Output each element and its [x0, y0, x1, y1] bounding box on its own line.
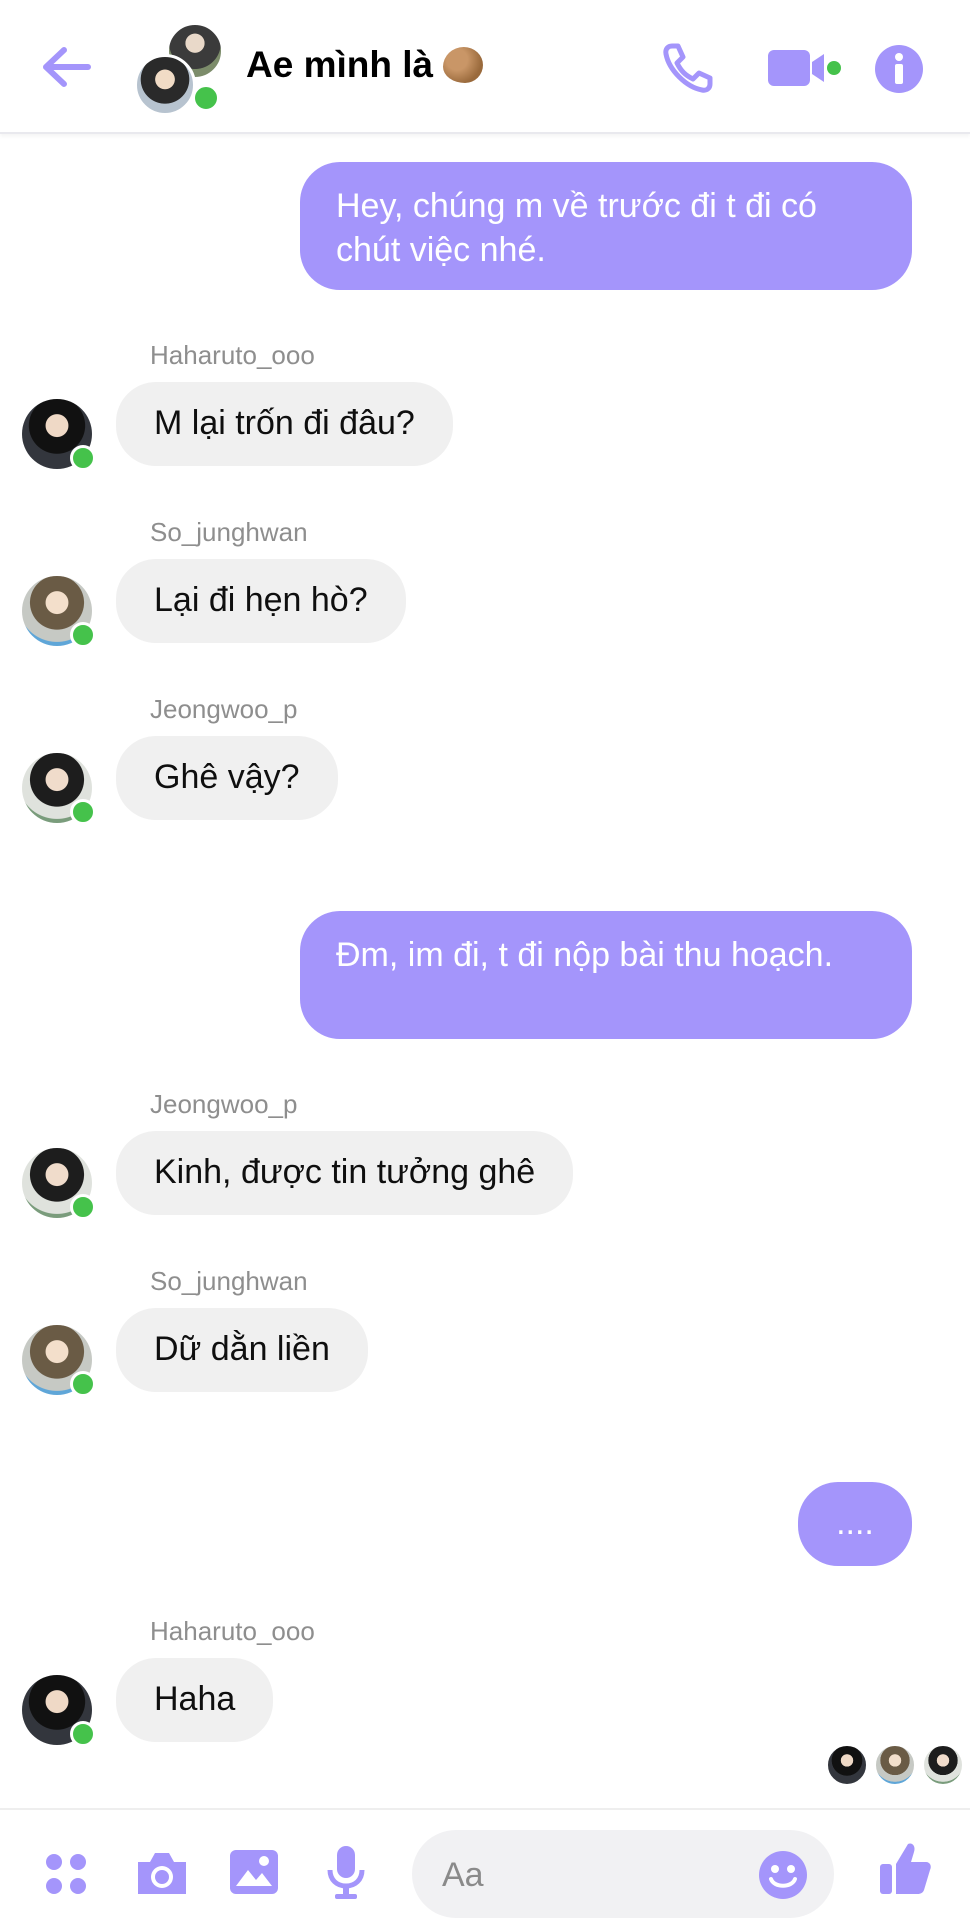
microphone-icon[interactable] [326, 1844, 366, 1900]
seen-receipt-avatar [826, 1744, 868, 1786]
member-avatar [134, 54, 196, 116]
sender-name: So_junghwan [150, 517, 308, 547]
sender-name: Jeongwoo_p [150, 694, 298, 724]
avatar[interactable] [22, 1148, 96, 1220]
four-dots-icon[interactable] [44, 1852, 88, 1896]
online-indicator [70, 799, 96, 825]
composer-bar [0, 1808, 970, 1922]
outgoing-message[interactable]: .... [798, 1482, 912, 1566]
message-input-container[interactable] [412, 1830, 834, 1920]
outgoing-message[interactable]: Hey, chúng m về trước đi t đi có chút vi… [300, 162, 912, 290]
camera-icon[interactable] [134, 1848, 190, 1898]
online-indicator [70, 445, 96, 471]
sender-name: Jeongwoo_p [150, 1089, 298, 1119]
conversation-title-text: Ae mình là [246, 44, 434, 85]
image-icon[interactable] [228, 1846, 280, 1898]
incoming-message[interactable]: M lại trốn đi đâu? [116, 382, 453, 466]
smiley-icon[interactable] [758, 1850, 808, 1900]
avatar[interactable] [22, 1325, 96, 1397]
incoming-message[interactable]: Ghê vậy? [116, 736, 338, 820]
sender-name: So_junghwan [150, 1266, 308, 1296]
incoming-message[interactable]: Haha [116, 1658, 274, 1742]
outgoing-message[interactable]: Đm, im đi, t đi nộp bài thu hoạch. [300, 911, 912, 1039]
incoming-message[interactable]: Lại đi hẹn hò? [116, 559, 406, 643]
incoming-message[interactable]: Dữ dằn liền [116, 1308, 368, 1392]
avatar[interactable] [22, 576, 96, 648]
online-indicator [70, 1721, 96, 1747]
message-input[interactable] [440, 1830, 744, 1920]
video-camera-icon[interactable] [766, 46, 842, 90]
potato-emoji-icon [443, 47, 484, 83]
incoming-message[interactable]: Kinh, được tin tưởng ghê [116, 1131, 574, 1215]
group-avatar[interactable] [134, 22, 230, 116]
seen-receipt-avatar [922, 1744, 964, 1786]
back-arrow-icon[interactable] [38, 42, 94, 92]
chat-header: Ae mình là [0, 0, 970, 134]
phone-icon[interactable] [660, 40, 716, 96]
online-indicator [70, 1371, 96, 1397]
thumbs-up-icon[interactable] [878, 1840, 932, 1896]
info-icon[interactable] [874, 44, 924, 94]
avatar[interactable] [22, 1675, 96, 1747]
online-indicator [192, 84, 220, 112]
online-indicator [70, 622, 96, 648]
avatar[interactable] [22, 399, 96, 471]
conversation-title[interactable]: Ae mình là [246, 44, 484, 86]
sender-name: Haharuto_ooo [150, 1616, 315, 1646]
online-indicator [70, 1194, 96, 1220]
avatar[interactable] [22, 753, 96, 825]
seen-receipt-avatar [874, 1744, 916, 1786]
sender-name: Haharuto_ooo [150, 340, 315, 370]
